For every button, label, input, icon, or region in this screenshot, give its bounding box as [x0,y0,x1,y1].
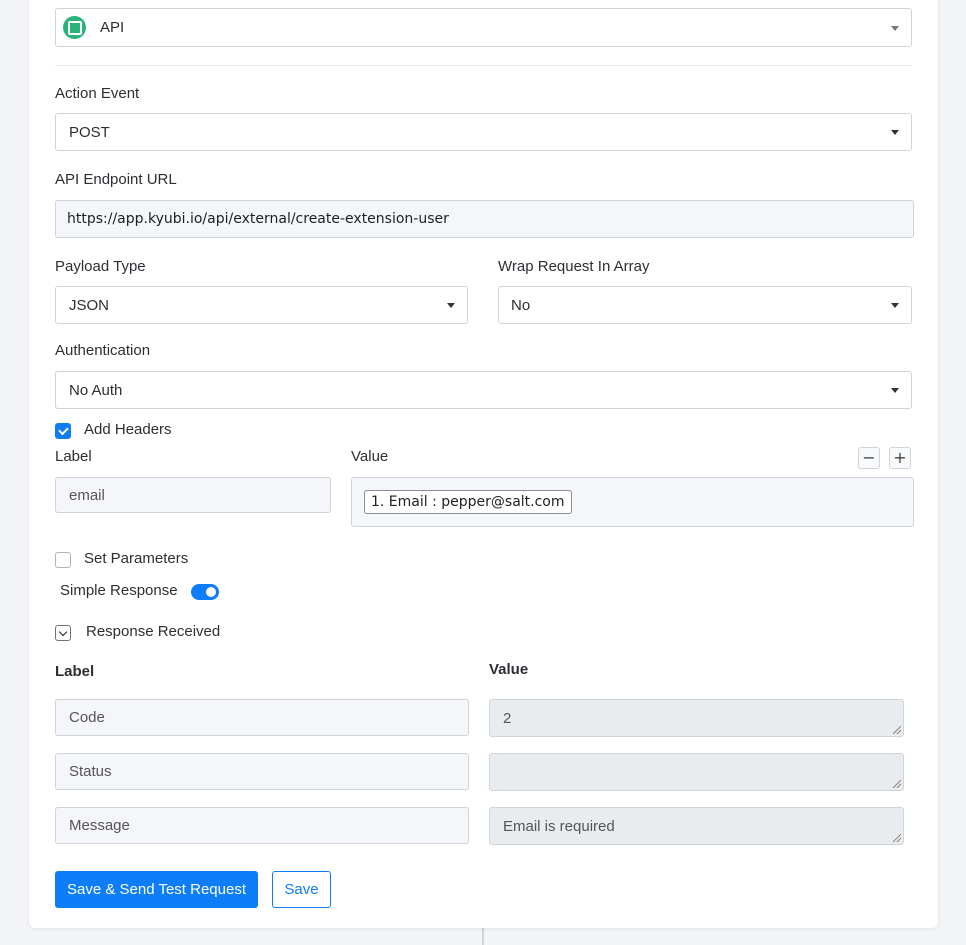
endpoint-label: API Endpoint URL [55,171,177,188]
response-value-text: Email is required [503,817,615,835]
authentication-label: Authentication [55,342,151,359]
payload-type-select[interactable]: JSON [55,286,468,324]
payload-type-label: Payload Type [55,258,146,275]
save-send-label: Save & Send Test Request [66,881,246,898]
save-label: Save [284,881,319,898]
add-headers-checkbox[interactable] [55,423,71,439]
payload-type-value: JSON [69,296,110,314]
response-label-text: Code [69,709,105,726]
wrap-request-label: Wrap Request In Array [498,258,650,275]
remove-header-button[interactable]: − [858,447,880,469]
action-event-value: POST [69,123,110,141]
header-value-tag[interactable]: 1. Email : pepper@salt.com [364,490,572,514]
response-label-code: Code [55,699,469,736]
headers-label-column: Label [55,448,92,465]
action-event-select[interactable]: POST [55,113,912,151]
response-label-message: Message [55,807,469,844]
app-select-value: API [100,19,125,36]
chevron-down-icon [891,303,899,308]
chevron-down-icon [891,130,899,135]
header-value-tag-text: 1. Email : pepper@salt.com [371,494,565,510]
action-event-label: Action Event [55,85,140,102]
response-received-label: Response Received [86,623,221,640]
minus-icon: − [862,448,876,467]
api-app-icon [63,16,86,39]
resize-handle-icon[interactable] [893,834,901,842]
simple-response-label: Simple Response [60,582,178,599]
response-value-column: Value [489,661,529,678]
save-send-test-request-button[interactable]: Save & Send Test Request [55,871,258,908]
divider-line [482,928,484,945]
chevron-down-icon [891,25,899,31]
authentication-value: No Auth [69,381,123,399]
response-label-status: Status [55,753,469,790]
response-label-text: Message [69,817,130,834]
authentication-select[interactable]: No Auth [55,371,912,409]
app-select[interactable]: API [55,8,912,47]
endpoint-url-value: https://app.kyubi.io/api/external/create… [67,211,449,227]
set-parameters-label: Set Parameters [84,550,189,567]
response-value-status[interactable] [489,753,904,791]
response-label-column: Label [55,663,95,680]
chevron-down-icon [891,388,899,393]
add-header-button[interactable]: + [889,447,911,469]
plus-icon: + [893,448,907,467]
resize-handle-icon[interactable] [893,780,901,788]
set-parameters-checkbox[interactable] [55,552,71,568]
response-value-message[interactable]: Email is required [489,807,904,845]
response-value-text: 2 [503,709,512,727]
response-value-code[interactable]: 2 [489,699,904,737]
endpoint-url-input[interactable]: https://app.kyubi.io/api/external/create… [55,200,914,238]
header-label-input[interactable]: email [55,477,331,513]
headers-value-column: Value [351,448,389,465]
chevron-down-icon [447,303,455,308]
wrap-request-select[interactable]: No [498,286,912,324]
simple-response-toggle[interactable] [191,584,219,600]
header-label-value: email [69,486,105,504]
save-button[interactable]: Save [272,871,331,908]
add-headers-label: Add Headers [84,421,172,438]
wrap-request-value: No [511,296,531,314]
resize-handle-icon[interactable] [893,726,901,734]
response-label-text: Status [69,763,112,780]
response-received-collapse[interactable] [55,625,71,641]
section-divider [55,65,912,66]
